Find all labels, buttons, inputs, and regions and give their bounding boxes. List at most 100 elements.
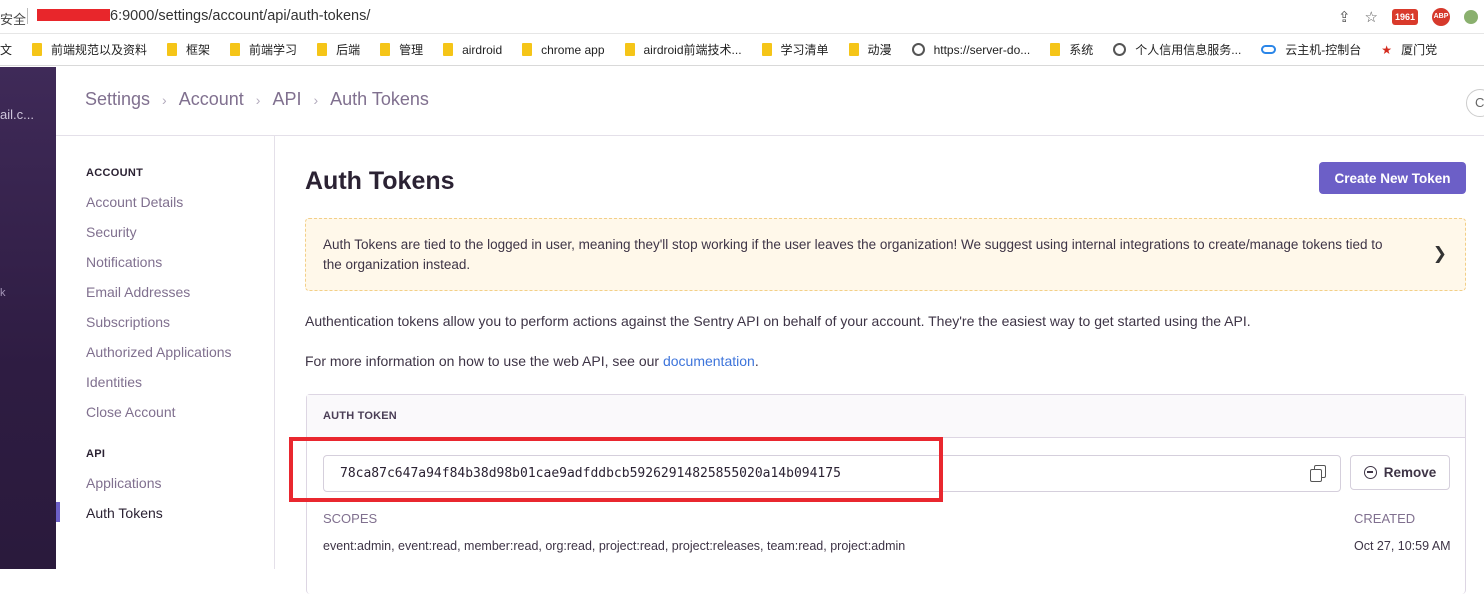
documentation-link[interactable]: documentation xyxy=(663,353,755,369)
bookmark-label: 云主机-控制台 xyxy=(1285,43,1362,57)
bookmark-label: 后端 xyxy=(336,43,361,57)
annotation-highlight-box xyxy=(289,437,943,502)
bookmark-star-icon[interactable]: ☆ xyxy=(1365,8,1378,26)
more-info-prefix: For more information on how to use the w… xyxy=(305,353,663,369)
scopes-value: event:admin, event:read, member:read, or… xyxy=(323,539,906,553)
globe-icon xyxy=(911,43,925,56)
bookmark-label: airdroid前端技术... xyxy=(643,43,742,57)
sidebar-item-auth-tokens[interactable]: Auth Tokens xyxy=(86,505,163,521)
created-label: CREATED xyxy=(1354,511,1416,526)
sidebar-item-close-account[interactable]: Close Account xyxy=(86,404,176,420)
bookmark-item[interactable]: 管理 xyxy=(380,41,443,58)
sidebar-item-email-addresses[interactable]: Email Addresses xyxy=(86,284,190,300)
bookmark-label: 杂文 xyxy=(0,43,13,57)
adblock-extension-icon[interactable]: ABP xyxy=(1432,8,1450,26)
bookmark-item[interactable]: 云主机-控制台 xyxy=(1261,41,1381,58)
security-label[interactable]: 安全 xyxy=(0,9,26,28)
cloud-icon xyxy=(1261,45,1277,54)
url-text[interactable]: 6:9000/settings/account/api/auth-tokens/ xyxy=(110,8,370,24)
bookmark-label: https://server-do... xyxy=(933,42,1031,57)
description-text: Authentication tokens allow you to perfo… xyxy=(305,313,1251,329)
folder-icon xyxy=(167,43,178,56)
bookmark-label: 学习清单 xyxy=(780,43,829,57)
bookmark-item[interactable]: 动漫 xyxy=(848,41,912,58)
bookmark-label: airdroid xyxy=(462,42,503,57)
page-header: Settings › Account › API › Auth Tokens C xyxy=(56,67,1484,136)
nav-heading-api: API xyxy=(86,448,106,460)
share-icon[interactable]: ⇪ xyxy=(1338,8,1351,26)
bookmark-label: 管理 xyxy=(399,43,424,57)
folder-icon xyxy=(1050,43,1061,56)
bookmarks-bar: 杂文 前端规范以及资料 框架 前端学习 后端 管理 airdroid chrome app ai… xyxy=(0,34,1484,66)
header-action-button[interactable]: C xyxy=(1466,89,1484,117)
minus-circle-icon xyxy=(1363,466,1377,479)
folder-icon xyxy=(624,43,635,56)
rail-icon[interactable]: k xyxy=(0,287,6,299)
bookmark-item[interactable]: 学习清单 xyxy=(761,41,849,58)
copy-icon[interactable] xyxy=(1310,465,1326,482)
folder-icon xyxy=(317,43,328,56)
sidebar-item-subscriptions[interactable]: Subscriptions xyxy=(86,314,170,330)
folder-icon xyxy=(32,43,43,56)
bookmark-label: 前端规范以及资料 xyxy=(51,43,148,57)
folder-icon xyxy=(761,43,772,56)
sidebar-item-account-details[interactable]: Account Details xyxy=(86,194,183,210)
bookmark-label: 前端学习 xyxy=(249,43,298,57)
sidebar-item-applications[interactable]: Applications xyxy=(86,475,162,491)
warning-alert[interactable]: Auth Tokens are tied to the logged in us… xyxy=(305,218,1466,291)
bookmark-item[interactable]: 后端 xyxy=(317,41,380,58)
bookmark-item[interactable]: 个人信用信息服务... xyxy=(1113,41,1261,58)
bookmark-item[interactable]: airdroid xyxy=(443,43,522,57)
breadcrumb-api[interactable]: API xyxy=(272,89,301,110)
breadcrumb-settings[interactable]: Settings xyxy=(85,89,150,110)
bookmark-item[interactable]: chrome app xyxy=(522,43,624,57)
page-title: Auth Tokens xyxy=(305,167,455,195)
org-email[interactable]: ail.c... xyxy=(0,107,34,122)
alert-text: Auth Tokens are tied to the logged in us… xyxy=(323,237,1383,272)
nav-heading-account: ACCOUNT xyxy=(86,167,144,179)
sidebar-item-security[interactable]: Security xyxy=(86,224,137,240)
bookmark-item[interactable]: 前端学习 xyxy=(230,41,317,58)
bookmark-label: 厦门党 xyxy=(1401,43,1438,57)
bookmark-item[interactable]: 框架 xyxy=(167,41,230,58)
bookmark-item[interactable]: airdroid前端技术... xyxy=(624,41,762,58)
address-bar-actions: ⇪ ☆ 1961 ABP xyxy=(1338,6,1484,28)
sidebar-item-identities[interactable]: Identities xyxy=(86,374,142,390)
folder-icon xyxy=(848,43,859,56)
breadcrumb: Settings › Account › API › Auth Tokens xyxy=(85,89,429,110)
bookmark-item[interactable]: 杂文 xyxy=(0,41,32,58)
settings-sidebar: ACCOUNT Account Details Security Notific… xyxy=(56,136,275,569)
sidebar-item-notifications[interactable]: Notifications xyxy=(86,254,162,270)
address-bar[interactable]: 安全 6:9000/settings/account/api/auth-toke… xyxy=(0,0,1484,34)
folder-icon xyxy=(380,43,391,56)
bookmark-label: 个人信用信息服务... xyxy=(1135,43,1242,57)
breadcrumb-auth-tokens: Auth Tokens xyxy=(330,89,429,109)
bookmark-item[interactable]: 系统 xyxy=(1050,41,1113,58)
chevron-right-icon[interactable]: ❯ xyxy=(1433,244,1447,264)
active-indicator xyxy=(56,502,60,522)
created-value: Oct 27, 10:59 AM xyxy=(1354,539,1451,553)
chevron-right-icon: › xyxy=(255,91,261,108)
folder-icon xyxy=(443,43,454,56)
mail-extension-icon[interactable]: 1961 xyxy=(1392,9,1418,25)
bookmark-item[interactable]: 前端规范以及资料 xyxy=(32,41,167,58)
scopes-label: SCOPES xyxy=(323,511,378,526)
extension-icon[interactable] xyxy=(1464,10,1478,24)
sidebar-item-authorized-applications[interactable]: Authorized Applications xyxy=(86,344,232,360)
folder-icon xyxy=(230,43,241,56)
org-sidebar: ail.c... k xyxy=(0,67,56,569)
remove-label: Remove xyxy=(1383,465,1437,480)
create-new-token-button[interactable]: Create New Token xyxy=(1319,162,1466,194)
bookmark-item[interactable]: ★ 厦门党 xyxy=(1381,41,1457,58)
folder-icon xyxy=(522,43,533,56)
globe-icon xyxy=(1113,43,1127,56)
panel-heading: AUTH TOKEN xyxy=(307,395,1465,438)
chevron-right-icon: › xyxy=(313,91,319,108)
chevron-right-icon: › xyxy=(162,91,167,108)
bookmark-item[interactable]: https://server-do... xyxy=(911,42,1051,57)
remove-token-button[interactable]: Remove xyxy=(1350,455,1450,490)
address-divider xyxy=(27,8,28,24)
more-info-text: For more information on how to use the w… xyxy=(305,353,759,369)
star-icon: ★ xyxy=(1381,42,1393,57)
breadcrumb-account[interactable]: Account xyxy=(179,89,244,110)
